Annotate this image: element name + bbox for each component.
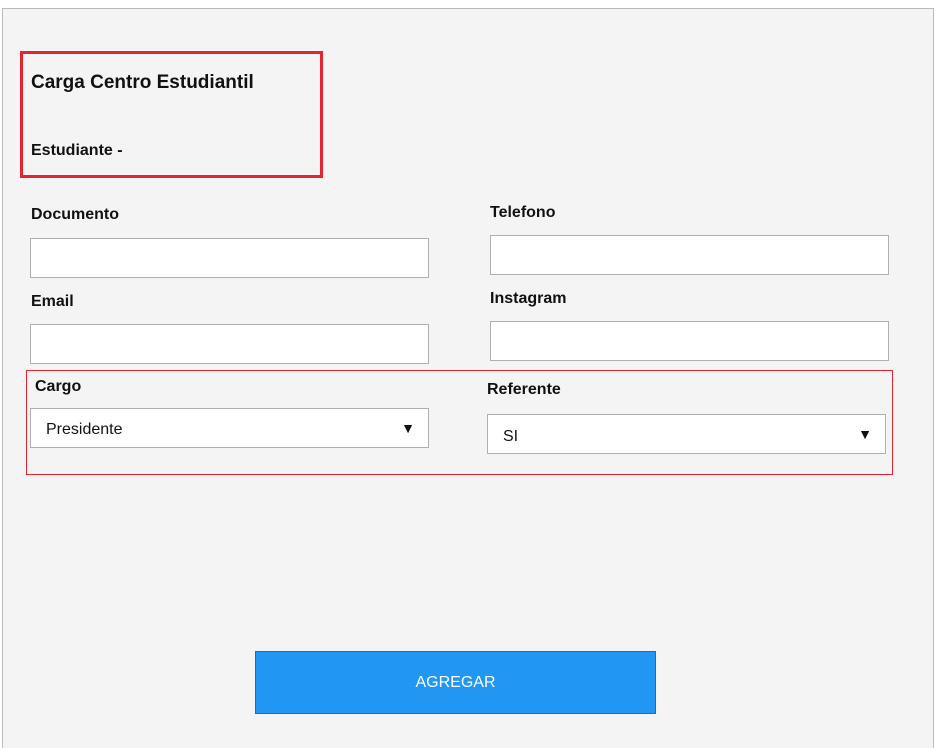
documento-input[interactable] xyxy=(30,238,429,278)
telefono-label: Telefono xyxy=(490,204,556,221)
telefono-input[interactable] xyxy=(490,235,889,275)
agregar-button[interactable]: AGREGAR xyxy=(255,651,656,714)
cargo-selected-value: Presidente xyxy=(46,421,123,438)
instagram-input[interactable] xyxy=(490,321,889,361)
instagram-label: Instagram xyxy=(490,290,567,307)
referente-select[interactable]: SI ▼ xyxy=(487,414,886,454)
email-input[interactable] xyxy=(30,324,429,364)
referente-label: Referente xyxy=(487,381,561,398)
agregar-button-label: AGREGAR xyxy=(415,673,496,691)
cargo-label: Cargo xyxy=(35,378,82,395)
cargo-select[interactable]: Presidente ▼ xyxy=(30,408,429,448)
student-subtitle: Estudiante - xyxy=(31,142,123,159)
caret-down-icon: ▼ xyxy=(401,420,415,436)
documento-label: Documento xyxy=(31,206,119,223)
caret-down-icon: ▼ xyxy=(858,426,872,442)
referente-selected-value: SI xyxy=(503,428,519,445)
email-label: Email xyxy=(31,293,74,310)
page-title: Carga Centro Estudiantil xyxy=(31,72,254,93)
